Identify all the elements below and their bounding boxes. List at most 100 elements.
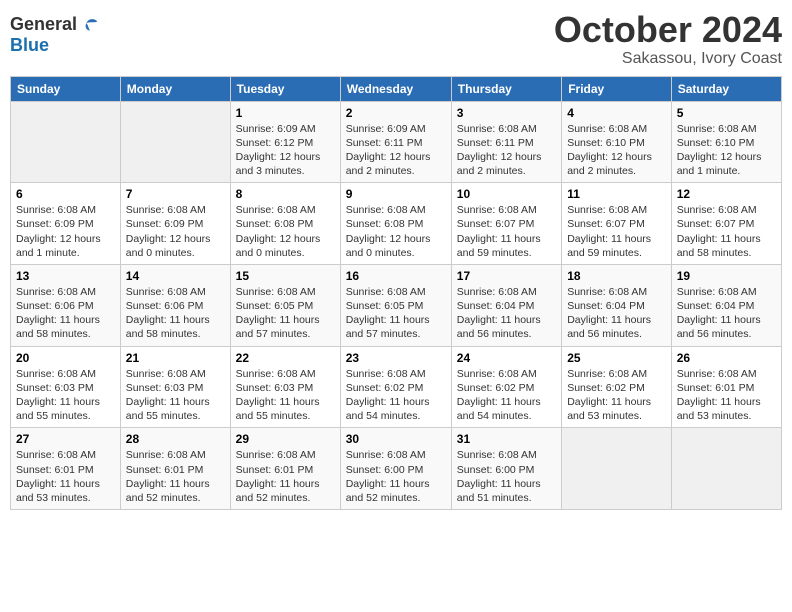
day-number: 23 [346, 351, 446, 365]
calendar-cell [120, 101, 230, 183]
calendar-cell: 6 Sunrise: 6:08 AM Sunset: 6:09 PM Daylig… [11, 183, 121, 265]
calendar-cell: 2 Sunrise: 6:09 AM Sunset: 6:11 PM Daylig… [340, 101, 451, 183]
day-number: 26 [677, 351, 776, 365]
day-number: 15 [236, 269, 335, 283]
day-info: Sunrise: 6:08 AM Sunset: 6:10 PM Dayligh… [677, 122, 776, 179]
day-info: Sunrise: 6:09 AM Sunset: 6:12 PM Dayligh… [236, 122, 335, 179]
day-number: 1 [236, 106, 335, 120]
weekday-header-saturday: Saturday [671, 76, 781, 101]
title-block: October 2024 Sakassou, Ivory Coast [554, 10, 782, 68]
calendar-cell: 19 Sunrise: 6:08 AM Sunset: 6:04 PM Dayli… [671, 264, 781, 346]
day-number: 14 [126, 269, 225, 283]
weekday-header-wednesday: Wednesday [340, 76, 451, 101]
calendar-cell: 27Sunrise: 6:08 AM Sunset: 6:01 PM Dayli… [11, 428, 121, 510]
calendar-cell: 28Sunrise: 6:08 AM Sunset: 6:01 PM Dayli… [120, 428, 230, 510]
weekday-header-tuesday: Tuesday [230, 76, 340, 101]
logo-blue: Blue [10, 36, 101, 56]
calendar-cell: 14 Sunrise: 6:08 AM Sunset: 6:06 PM Dayli… [120, 264, 230, 346]
day-info: Sunrise: 6:08 AM Sunset: 6:01 PM Dayligh… [236, 448, 335, 505]
calendar-cell: 22 Sunrise: 6:08 AM Sunset: 6:03 PM Dayli… [230, 346, 340, 428]
day-number: 27 [16, 432, 115, 446]
calendar-cell: 20Sunrise: 6:08 AM Sunset: 6:03 PM Dayli… [11, 346, 121, 428]
weekday-header-row: SundayMondayTuesdayWednesdayThursdayFrid… [11, 76, 782, 101]
day-number: 16 [346, 269, 446, 283]
calendar-cell: 18 Sunrise: 6:08 AM Sunset: 6:04 PM Dayli… [562, 264, 672, 346]
calendar-cell: 1 Sunrise: 6:09 AM Sunset: 6:12 PM Daylig… [230, 101, 340, 183]
logo: General Blue [10, 14, 101, 56]
day-info: Sunrise: 6:08 AM Sunset: 6:00 PM Dayligh… [346, 448, 446, 505]
day-info: Sunrise: 6:08 AM Sunset: 6:02 PM Dayligh… [346, 367, 446, 424]
weekday-header-friday: Friday [562, 76, 672, 101]
calendar-cell: 17 Sunrise: 6:08 AM Sunset: 6:04 PM Dayli… [451, 264, 561, 346]
calendar-cell: 21Sunrise: 6:08 AM Sunset: 6:03 PM Dayli… [120, 346, 230, 428]
day-info: Sunrise: 6:08 AM Sunset: 6:04 PM Dayligh… [457, 285, 556, 342]
day-info: Sunrise: 6:08 AM Sunset: 6:11 PM Dayligh… [457, 122, 556, 179]
day-info: Sunrise: 6:08 AM Sunset: 6:04 PM Dayligh… [677, 285, 776, 342]
day-number: 7 [126, 187, 225, 201]
calendar-week-row: 27 Sunrise: 6:08 AM Sunset: 6:01 PM Dayli… [11, 428, 782, 510]
calendar-cell: 16 Sunrise: 6:08 AM Sunset: 6:05 PM Dayli… [340, 264, 451, 346]
day-info: Sunrise: 6:08 AM Sunset: 6:09 PM Dayligh… [16, 203, 115, 260]
day-number: 29 [236, 432, 335, 446]
calendar-cell [562, 428, 672, 510]
day-info: Sunrise: 6:08 AM Sunset: 6:10 PM Dayligh… [567, 122, 666, 179]
calendar-cell: 9 Sunrise: 6:08 AM Sunset: 6:08 PM Daylig… [340, 183, 451, 265]
day-number: 4 [567, 106, 666, 120]
day-number: 12 [677, 187, 776, 201]
day-number: 25 [567, 351, 666, 365]
page-header: General Blue October 2024 Sakassou, Ivor… [10, 10, 782, 68]
calendar-cell: 23 Sunrise: 6:08 AM Sunset: 6:02 PM Dayli… [340, 346, 451, 428]
calendar-cell: 24Sunrise: 6:08 AM Sunset: 6:02 PM Dayli… [451, 346, 561, 428]
day-info: Sunrise: 6:08 AM Sunset: 6:03 PM Dayligh… [16, 367, 115, 424]
day-info: Sunrise: 6:08 AM Sunset: 6:08 PM Dayligh… [236, 203, 335, 260]
day-info: Sunrise: 6:08 AM Sunset: 6:08 PM Dayligh… [346, 203, 446, 260]
day-info: Sunrise: 6:08 AM Sunset: 6:07 PM Dayligh… [457, 203, 556, 260]
day-info: Sunrise: 6:08 AM Sunset: 6:00 PM Dayligh… [457, 448, 556, 505]
calendar-cell [11, 101, 121, 183]
calendar-cell: 26 Sunrise: 6:08 AM Sunset: 6:01 PM Dayli… [671, 346, 781, 428]
day-number: 18 [567, 269, 666, 283]
calendar-cell: 8Sunrise: 6:08 AM Sunset: 6:08 PM Daylig… [230, 183, 340, 265]
day-number: 2 [346, 106, 446, 120]
day-info: Sunrise: 6:08 AM Sunset: 6:06 PM Dayligh… [16, 285, 115, 342]
page-subtitle: Sakassou, Ivory Coast [554, 50, 782, 68]
day-number: 22 [236, 351, 335, 365]
weekday-header-monday: Monday [120, 76, 230, 101]
page-title: October 2024 [554, 10, 782, 50]
day-number: 9 [346, 187, 446, 201]
calendar-week-row: 6 Sunrise: 6:08 AM Sunset: 6:09 PM Daylig… [11, 183, 782, 265]
calendar-cell: 31 Sunrise: 6:08 AM Sunset: 6:00 PM Dayli… [451, 428, 561, 510]
calendar-table: SundayMondayTuesdayWednesdayThursdayFrid… [10, 76, 782, 510]
logo-bird-icon [79, 14, 101, 36]
calendar-cell: 30Sunrise: 6:08 AM Sunset: 6:00 PM Dayli… [340, 428, 451, 510]
day-number: 31 [457, 432, 556, 446]
calendar-cell: 10Sunrise: 6:08 AM Sunset: 6:07 PM Dayli… [451, 183, 561, 265]
calendar-cell: 4 Sunrise: 6:08 AM Sunset: 6:10 PM Daylig… [562, 101, 672, 183]
day-info: Sunrise: 6:08 AM Sunset: 6:06 PM Dayligh… [126, 285, 225, 342]
day-number: 6 [16, 187, 115, 201]
day-number: 19 [677, 269, 776, 283]
day-info: Sunrise: 6:08 AM Sunset: 6:03 PM Dayligh… [236, 367, 335, 424]
calendar-cell [671, 428, 781, 510]
calendar-week-row: 20Sunrise: 6:08 AM Sunset: 6:03 PM Dayli… [11, 346, 782, 428]
day-info: Sunrise: 6:08 AM Sunset: 6:05 PM Dayligh… [346, 285, 446, 342]
day-number: 5 [677, 106, 776, 120]
calendar-cell: 25 Sunrise: 6:08 AM Sunset: 6:02 PM Dayli… [562, 346, 672, 428]
day-info: Sunrise: 6:08 AM Sunset: 6:03 PM Dayligh… [126, 367, 225, 424]
logo-general: General [10, 15, 77, 35]
day-info: Sunrise: 6:08 AM Sunset: 6:02 PM Dayligh… [457, 367, 556, 424]
day-info: Sunrise: 6:09 AM Sunset: 6:11 PM Dayligh… [346, 122, 446, 179]
day-info: Sunrise: 6:08 AM Sunset: 6:02 PM Dayligh… [567, 367, 666, 424]
calendar-week-row: 1 Sunrise: 6:09 AM Sunset: 6:12 PM Daylig… [11, 101, 782, 183]
day-info: Sunrise: 6:08 AM Sunset: 6:04 PM Dayligh… [567, 285, 666, 342]
calendar-cell: 12Sunrise: 6:08 AM Sunset: 6:07 PM Dayli… [671, 183, 781, 265]
day-info: Sunrise: 6:08 AM Sunset: 6:09 PM Dayligh… [126, 203, 225, 260]
day-number: 11 [567, 187, 666, 201]
calendar-cell: 7 Sunrise: 6:08 AM Sunset: 6:09 PM Daylig… [120, 183, 230, 265]
day-info: Sunrise: 6:08 AM Sunset: 6:01 PM Dayligh… [677, 367, 776, 424]
weekday-header-thursday: Thursday [451, 76, 561, 101]
calendar-cell: 5 Sunrise: 6:08 AM Sunset: 6:10 PM Daylig… [671, 101, 781, 183]
calendar-cell: 3Sunrise: 6:08 AM Sunset: 6:11 PM Daylig… [451, 101, 561, 183]
calendar-cell: 15Sunrise: 6:08 AM Sunset: 6:05 PM Dayli… [230, 264, 340, 346]
day-number: 17 [457, 269, 556, 283]
